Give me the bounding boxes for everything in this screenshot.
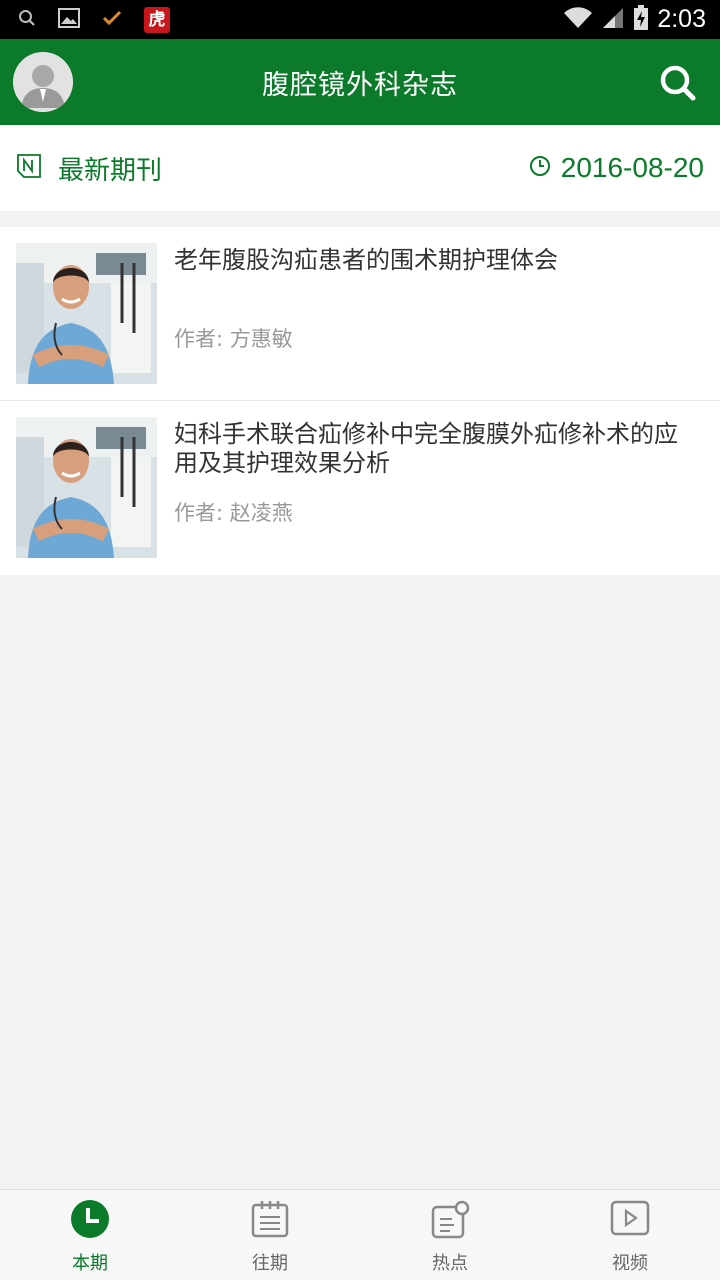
tab-past-issues[interactable]: 往期 xyxy=(180,1190,360,1280)
check-icon xyxy=(102,10,122,30)
article-title: 妇科手术联合疝修补中完全腹膜外疝修补术的应用及其护理效果分析 xyxy=(174,420,678,477)
page-title: 腹腔镜外科杂志 xyxy=(262,69,458,101)
section-header: 最新期刊 2016-08-20 xyxy=(0,125,720,211)
issue-date: 2016-08-20 xyxy=(529,152,704,184)
battery-icon xyxy=(633,4,649,35)
search-icon xyxy=(18,9,36,31)
clock-icon xyxy=(529,152,551,184)
list-item[interactable]: 妇科手术联合疝修补中完全腹膜外疝修补术的应用及其护理效果分析 作者: 赵凌燕 xyxy=(0,401,720,575)
tab-label: 视频 xyxy=(612,1253,648,1274)
search-button[interactable] xyxy=(658,63,698,103)
tab-label: 本期 xyxy=(72,1253,108,1274)
article-title: 老年腹股沟疝患者的围术期护理体会 xyxy=(174,246,558,274)
clock-icon xyxy=(70,1199,110,1243)
calendar-icon xyxy=(250,1199,290,1243)
doctor-photo xyxy=(16,417,157,558)
article-list: 老年腹股沟疝患者的围术期护理体会 作者: 方惠敏 妇科手术联合疝修补中完全腹膜外… xyxy=(0,227,720,575)
hot-notes-icon xyxy=(430,1199,470,1243)
tab-label: 热点 xyxy=(432,1253,468,1274)
article-author: 作者: 赵凌燕 xyxy=(174,501,293,525)
clock-time: 2:03 xyxy=(657,5,706,33)
app-header: 腹腔镜外科杂志 xyxy=(0,39,720,125)
search-icon xyxy=(660,65,696,101)
app-badge-icon: 虎 xyxy=(144,6,170,33)
bottom-nav: 本期 往期 热点 视频 xyxy=(0,1189,720,1280)
issue-date-text: 2016-08-20 xyxy=(560,152,704,183)
wifi-icon xyxy=(563,6,593,34)
journal-icon xyxy=(16,153,42,183)
tab-video[interactable]: 视频 xyxy=(540,1190,720,1280)
video-play-icon xyxy=(610,1199,650,1243)
section-title: 最新期刊 xyxy=(58,155,163,186)
tab-hot[interactable]: 热点 xyxy=(360,1190,540,1280)
doctor-photo xyxy=(16,243,157,384)
status-bar: 虎 2:03 xyxy=(0,0,720,39)
tab-current-issue[interactable]: 本期 xyxy=(0,1190,180,1280)
signal-icon xyxy=(601,6,625,34)
article-author: 作者: 方惠敏 xyxy=(174,327,293,351)
user-avatar-icon[interactable] xyxy=(13,52,73,112)
list-item[interactable]: 老年腹股沟疝患者的围术期护理体会 作者: 方惠敏 xyxy=(0,227,720,401)
tab-label: 往期 xyxy=(252,1253,288,1274)
image-icon xyxy=(58,7,80,32)
